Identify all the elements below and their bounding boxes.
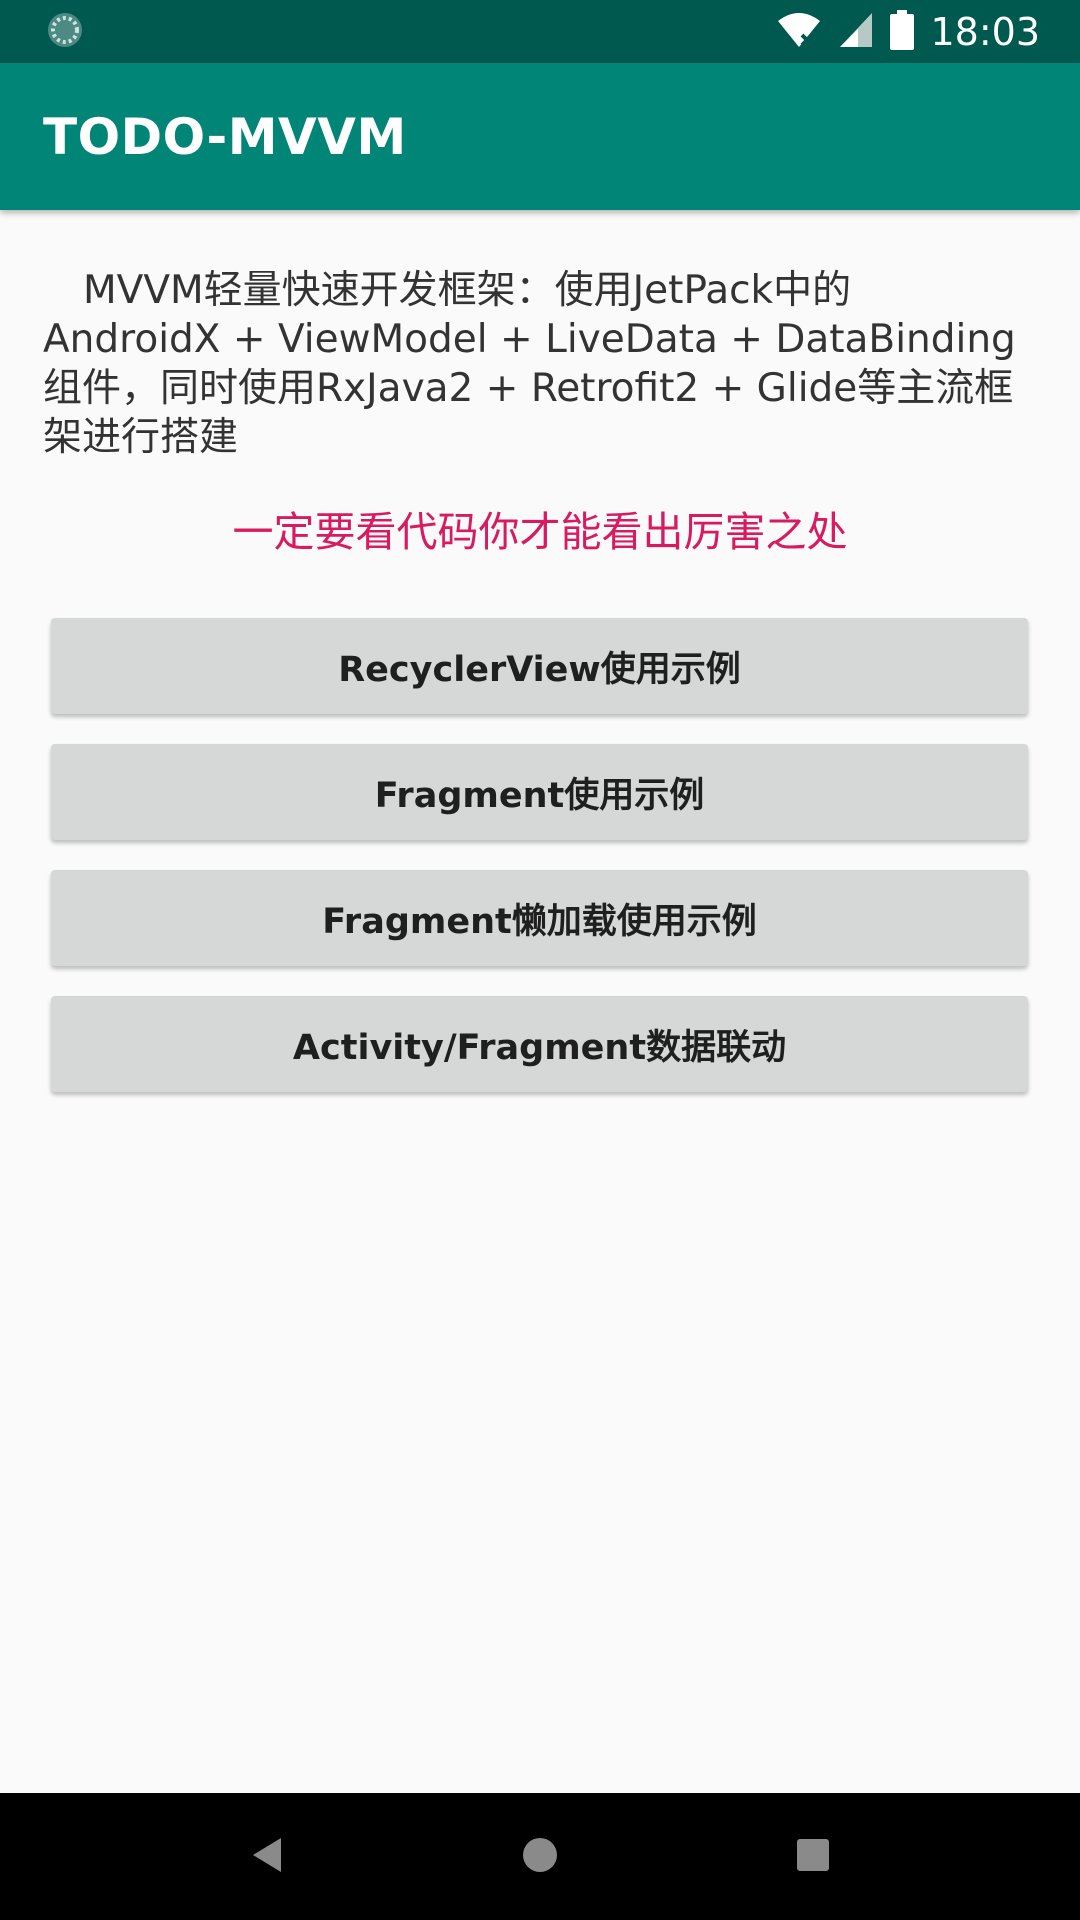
signal-icon: [838, 11, 874, 53]
fragment-lazyload-demo-button[interactable]: Fragment懒加载使用示例: [51, 870, 1028, 966]
battery-icon: [890, 9, 915, 54]
highlight-text: 一定要看代码你才能看出厉害之处: [232, 508, 848, 556]
back-button[interactable]: [217, 1807, 317, 1907]
recents-button[interactable]: [763, 1807, 863, 1907]
status-time: 18:03: [930, 9, 1040, 54]
description-text: MVVM轻量快速开发框架：使用JetPack中的AndroidX + ViewM…: [43, 268, 1016, 460]
back-icon: [249, 1835, 285, 1879]
app-title: TODO-MVVM: [43, 107, 407, 166]
recyclerview-demo-button[interactable]: RecyclerView使用示例: [51, 618, 1028, 714]
status-left: [46, 11, 84, 53]
home-button[interactable]: [490, 1807, 590, 1907]
navigation-bar: [0, 1793, 1080, 1920]
status-bar: 18:03: [0, 0, 1080, 63]
fragment-demo-button[interactable]: Fragment使用示例: [51, 744, 1028, 840]
status-right: 18:03: [776, 9, 1040, 54]
wifi-off-icon: [776, 11, 822, 53]
activity-fragment-linkage-button[interactable]: Activity/Fragment数据联动: [51, 996, 1028, 1092]
loading-spinner-icon: [46, 11, 84, 53]
home-icon: [521, 1836, 559, 1878]
recents-icon: [796, 1838, 830, 1876]
app-bar: TODO-MVVM: [0, 63, 1080, 210]
